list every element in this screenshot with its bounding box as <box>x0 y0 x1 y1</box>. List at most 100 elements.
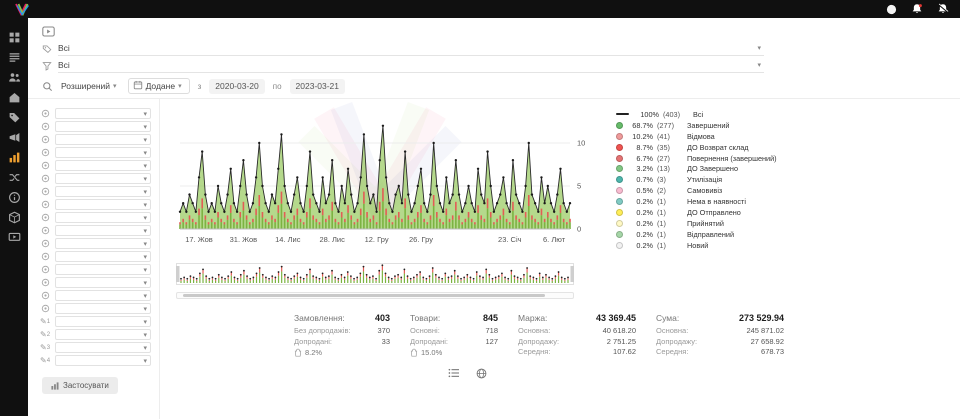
custom-field-select-4[interactable]: ▾ <box>55 355 151 366</box>
filter-select-9[interactable]: ▾ <box>55 212 151 223</box>
custom-field-select-2[interactable]: ▾ <box>55 329 151 340</box>
filter-select-14[interactable]: ▾ <box>55 277 151 288</box>
scrollbar-handle[interactable] <box>183 294 545 297</box>
legend-item[interactable]: 0.2%(1)Новий <box>616 240 777 251</box>
apply-button[interactable]: Застосувати <box>42 377 118 394</box>
filter-select-4[interactable]: ▾ <box>55 147 151 158</box>
sidebar-item-megaphone[interactable] <box>5 130 23 144</box>
sidebar-item-monitor[interactable] <box>5 230 23 244</box>
filter-select-13[interactable]: ▾ <box>55 264 151 275</box>
filter-select-1[interactable]: ▾ <box>55 108 151 119</box>
legend-dot <box>616 220 623 227</box>
legend-label: Самовивіз <box>687 186 722 195</box>
search-mode-select[interactable]: Розширений ▾ <box>61 81 120 91</box>
filter-select-16[interactable]: ▾ <box>55 303 151 314</box>
custom-field-number: 2 <box>47 332 50 338</box>
filter-rows: ▾ ▾ ▾ ▾ ▾ ▾ ▾ ▾ ▾ ▾ ▾ ▾ ▾ ▾ ▾ ▾ <box>28 107 159 315</box>
chevron-down-icon: ▾ <box>143 344 150 352</box>
sidebar-item-grid[interactable] <box>5 30 23 44</box>
range-brush-chart[interactable] <box>176 263 574 285</box>
filter-icon <box>41 304 50 313</box>
globe-icon[interactable] <box>476 368 487 379</box>
filter-icon <box>41 174 50 183</box>
notifications-bell-icon[interactable] <box>910 2 924 16</box>
statuses-select[interactable]: Всі ▾ <box>58 41 764 56</box>
legend-item[interactable]: 10.2%(41)Відмова <box>616 131 777 142</box>
stat-title: Сума: <box>656 313 679 323</box>
filter-select-11[interactable]: ▾ <box>55 238 151 249</box>
legend-item[interactable]: 0.5%(2)Самовивіз <box>616 185 777 196</box>
filter-select-5[interactable]: ▾ <box>55 160 151 171</box>
chevron-down-icon: ▾ <box>143 253 150 261</box>
filter-row-16: ▾ <box>28 302 159 315</box>
stat-subrow: Без допродажів:370 <box>294 326 390 337</box>
legend-item[interactable]: 0.2%(1)Прийнятий <box>616 218 777 229</box>
filter-select-2[interactable]: ▾ <box>55 121 151 132</box>
body-row: ▾▾▾▾▾▾▾▾▾▾▾▾▾▾▾▾ ✎1▾✎2▾✎3▾✎4▾ Застосуват… <box>28 99 960 419</box>
legend-count: (41) <box>657 132 687 141</box>
date-to-input[interactable]: 2023-03-21 <box>290 79 345 94</box>
legend-item[interactable]: 0.2%(1)ДО Отправлено <box>616 207 777 218</box>
upsell-percent: 15.0% <box>421 348 442 357</box>
legend-item[interactable]: 0.7%(3)Утилізація <box>616 174 777 185</box>
custom-field-select-3[interactable]: ▾ <box>55 342 151 353</box>
stat-subrow: Допродажу:27 658.92 <box>656 337 784 348</box>
filter-select-15[interactable]: ▾ <box>55 290 151 301</box>
sidebar-item-list[interactable] <box>5 50 23 64</box>
range-scrollbar[interactable] <box>176 292 574 299</box>
date-from-input[interactable]: 2020-03-20 <box>209 79 264 94</box>
sidebar-item-info[interactable] <box>5 190 23 204</box>
legend-pct: 68.7% <box>627 121 653 130</box>
legend-item[interactable]: 3.2%(13)ДО Завершено <box>616 163 777 174</box>
numbered-filter-rows: ✎1▾✎2▾✎3▾✎4▾ <box>28 315 159 367</box>
svg-text:17. Жов: 17. Жов <box>185 235 213 244</box>
chevron-down-icon: ▾ <box>143 357 150 365</box>
custom-field-select-1[interactable]: ▾ <box>55 316 151 327</box>
legend-item[interactable]: 0.2%(1)Нема в наявності <box>616 196 777 207</box>
legend-pct: 0.5% <box>627 186 653 195</box>
filter-select-7[interactable]: ▾ <box>55 186 151 197</box>
filter-row-1: ▾ <box>28 107 159 120</box>
legend-label: Завершений <box>687 121 729 130</box>
stat-sub-label: Без допродажів: <box>294 326 351 337</box>
filter-select-12[interactable]: ▾ <box>55 251 151 262</box>
date-field-select[interactable]: Додане ▾ <box>128 78 190 94</box>
chevron-down-icon: ▾ <box>143 331 150 339</box>
svg-text:23. Січ: 23. Січ <box>498 235 522 244</box>
sidebar-item-tag[interactable] <box>5 110 23 124</box>
filter-select-8[interactable]: ▾ <box>55 199 151 210</box>
sidebar-item-cube[interactable] <box>5 210 23 224</box>
orders-timeseries-chart[interactable]: 051017. Жов31. Жов14. Лис28. Лис12. Гру2… <box>176 105 610 257</box>
legend-item[interactable]: 8.7%(35)ДО Возврат склад <box>616 142 777 153</box>
sidebar-item-shuffle[interactable] <box>5 170 23 184</box>
stat-value: 43 369.45 <box>596 313 636 323</box>
chevron-down-icon: ▾ <box>143 227 150 235</box>
info-icon <box>8 191 21 204</box>
legend-label: Утилізація <box>687 175 722 184</box>
avatar-icon[interactable] <box>884 2 898 16</box>
filter-icon <box>41 226 50 235</box>
legend-item[interactable]: 6.7%(27)Повернення (завершений) <box>616 153 777 164</box>
stat-sub-label: Допродажу: <box>656 337 697 348</box>
funnel-icon <box>42 61 52 71</box>
list-view-icon[interactable] <box>448 368 460 379</box>
video-tutorial-icon[interactable] <box>42 24 55 42</box>
sidebar-item-chart[interactable] <box>5 150 23 164</box>
custom-field-row-2: ✎2▾ <box>28 328 159 341</box>
home-icon <box>8 91 21 104</box>
legend-item[interactable]: 0.2%(1)Відправлений <box>616 229 777 240</box>
funnel-select[interactable]: Всі ▾ <box>58 58 764 73</box>
filter-select-6[interactable]: ▾ <box>55 173 151 184</box>
legend-item[interactable]: 68.7%(277)Завершений <box>616 120 777 131</box>
sidebar-item-home[interactable] <box>5 90 23 104</box>
alerts-bell-icon[interactable] <box>936 2 950 16</box>
app-logo[interactable] <box>14 3 30 16</box>
legend-label: Всі <box>693 110 703 119</box>
search-icon[interactable] <box>42 81 53 92</box>
filter-select-10[interactable]: ▾ <box>55 225 151 236</box>
stat-sub-value: 2 751.25 <box>607 337 636 348</box>
filter-select-3[interactable]: ▾ <box>55 134 151 145</box>
legend-item[interactable]: 100%(403)Всі <box>616 109 777 120</box>
cube-icon <box>8 211 21 224</box>
sidebar-item-users[interactable] <box>5 70 23 84</box>
